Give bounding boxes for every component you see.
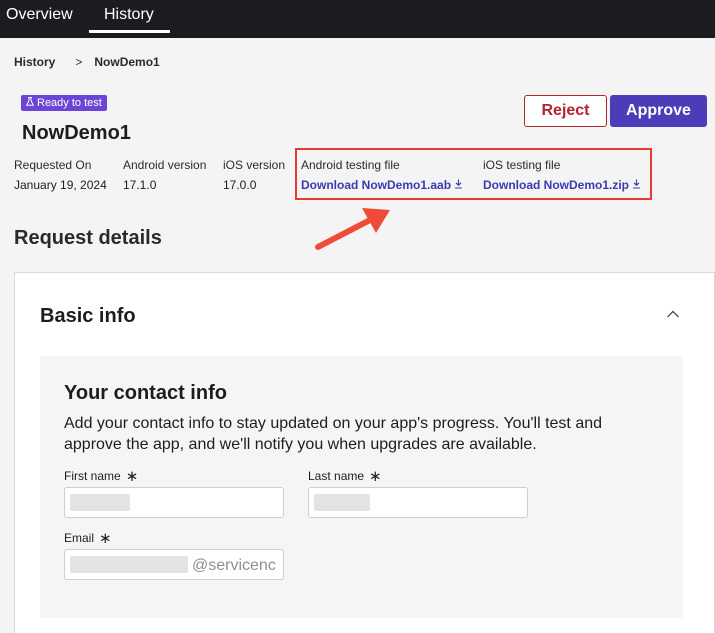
breadcrumb-separator: > <box>75 55 83 69</box>
android-version-label: Android version <box>123 158 207 172</box>
tab-history[interactable]: History <box>104 6 154 24</box>
last-name-label-text: Last name <box>308 469 365 483</box>
email-label: Email ∗ <box>64 530 112 547</box>
top-tab-bar: Overview History <box>0 0 715 38</box>
android-version-value: 17.1.0 <box>123 178 157 192</box>
flask-icon <box>25 95 35 111</box>
contact-info-section: Your contact info Add your contact info … <box>40 356 683 618</box>
requested-on-label: Requested On <box>14 158 92 172</box>
request-details-heading: Request details <box>14 227 162 249</box>
first-name-label-text: First name <box>64 469 121 483</box>
required-marker: ∗ <box>369 468 382 485</box>
breadcrumb: History > NowDemo1 <box>14 55 160 69</box>
required-marker: ∗ <box>99 530 112 547</box>
ios-version-label: iOS version <box>223 158 286 172</box>
breadcrumb-history-link[interactable]: History <box>14 55 55 69</box>
ios-version-field: iOS version 17.0.0 <box>223 158 285 192</box>
status-badge: Ready to test <box>21 95 107 111</box>
first-name-field[interactable] <box>64 487 284 518</box>
redacted-value <box>70 494 130 511</box>
last-name-field[interactable] <box>308 487 528 518</box>
requested-on-field: Requested On January 19, 2024 <box>14 158 107 192</box>
contact-info-heading: Your contact info <box>64 382 227 404</box>
annotation-highlight-box <box>295 148 652 200</box>
breadcrumb-current: NowDemo1 <box>94 55 160 69</box>
required-marker: ∗ <box>125 468 139 485</box>
active-tab-indicator <box>89 30 170 33</box>
basic-info-card: Basic info Your contact info Add your co… <box>14 272 715 633</box>
status-badge-label: Ready to test <box>37 97 102 109</box>
redacted-value <box>314 494 370 511</box>
email-field-value: @servicenc <box>192 557 276 574</box>
email-field[interactable]: @servicenc <box>64 549 284 580</box>
page-title: NowDemo1 <box>22 122 131 144</box>
reject-button[interactable]: Reject <box>524 95 607 127</box>
ios-version-value: 17.0.0 <box>223 178 257 192</box>
requested-on-value: January 19, 2024 <box>14 178 107 192</box>
last-name-label: Last name ∗ <box>308 468 382 485</box>
android-version-field: Android version 17.1.0 <box>123 158 206 192</box>
redacted-value <box>70 556 188 573</box>
basic-info-heading: Basic info <box>40 305 136 327</box>
contact-info-description: Add your contact info to stay updated on… <box>64 415 603 453</box>
annotation-arrow-icon <box>315 208 390 250</box>
first-name-label: First name ∗ <box>64 468 139 485</box>
email-label-text: Email <box>64 531 95 545</box>
approve-button[interactable]: Approve <box>610 95 707 127</box>
tab-overview[interactable]: Overview <box>6 6 73 24</box>
chevron-up-icon[interactable] <box>666 309 680 319</box>
